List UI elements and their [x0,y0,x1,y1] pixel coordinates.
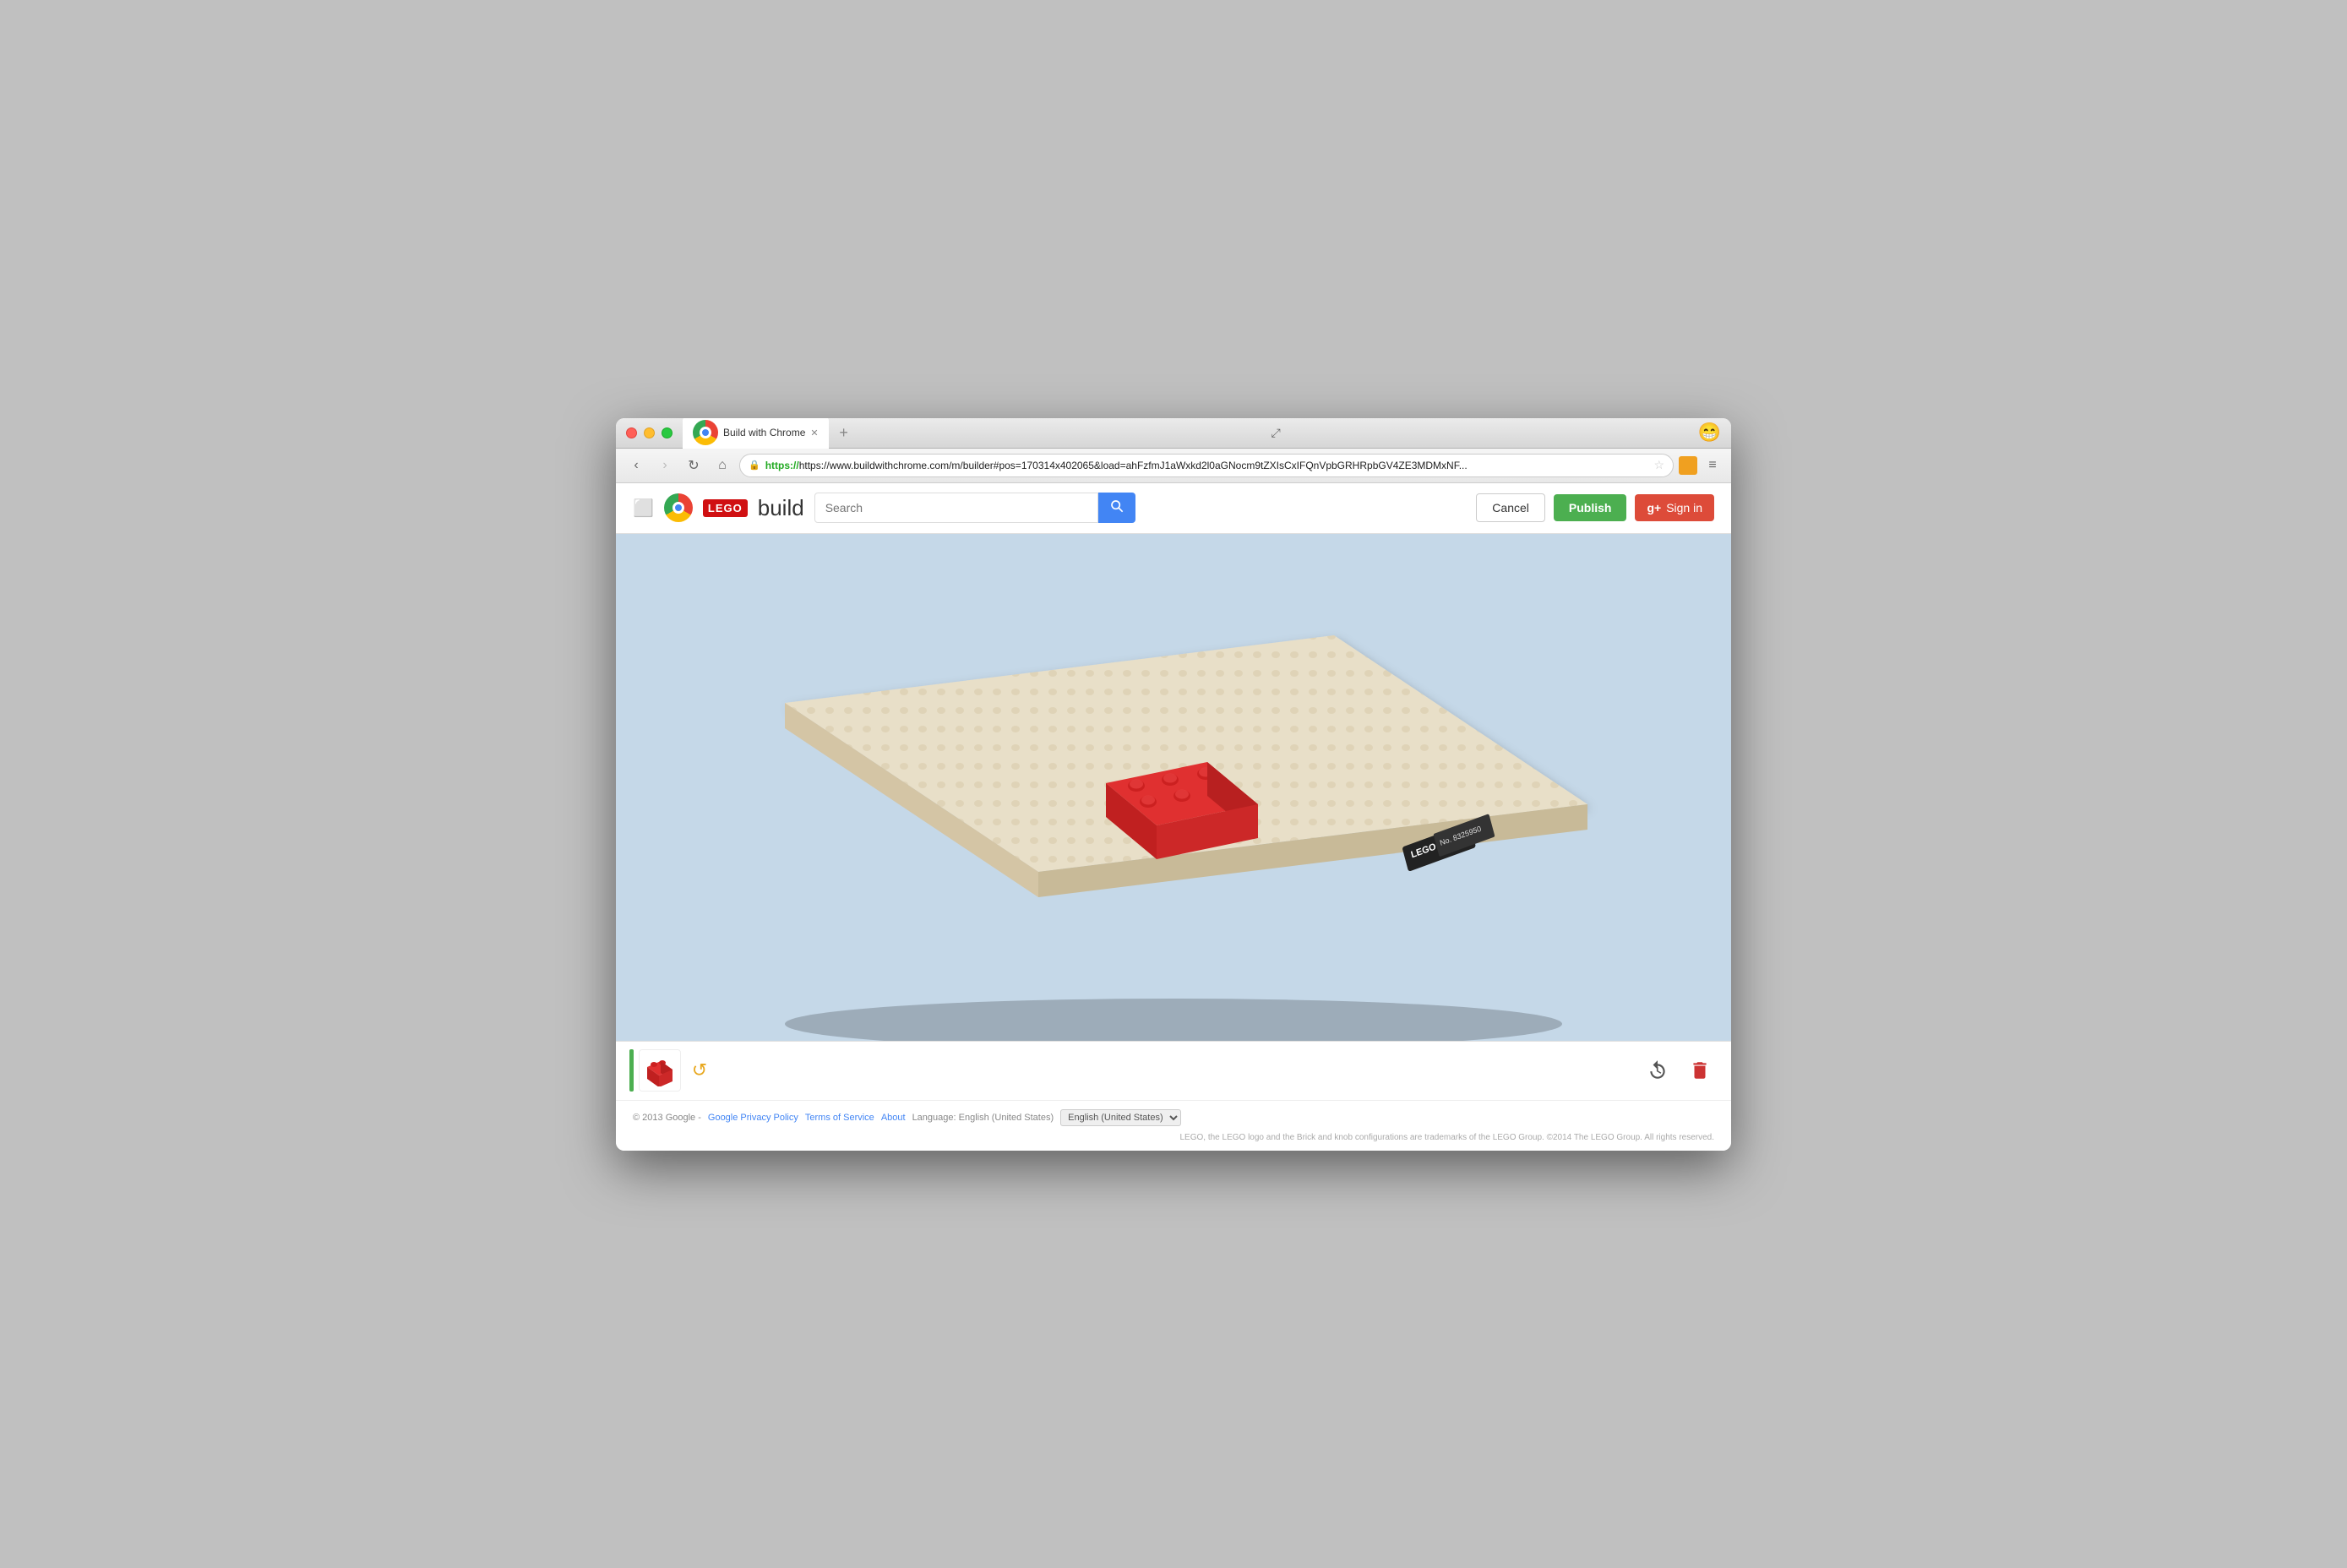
privacy-link[interactable]: Google Privacy Policy [708,1113,798,1123]
search-container [814,493,1135,523]
header-actions: Cancel Publish g+ Sign in [1476,493,1714,522]
bottom-toolbar: ↺ [616,1041,1731,1100]
app-name: build [758,495,804,521]
emoji-decoration: 😁 [1698,422,1721,444]
brick-selector: ↺ [629,1049,716,1092]
window-controls [626,427,673,438]
cancel-button[interactable]: Cancel [1476,493,1545,522]
trash-icon [1689,1059,1711,1081]
search-icon [1110,499,1124,513]
tos-link[interactable]: Terms of Service [805,1113,874,1123]
ssl-lock-icon: 🔒 [749,460,760,471]
language-select[interactable]: English (United States) [1060,1109,1181,1126]
url-bar[interactable]: 🔒 https://https://www.buildwithchrome.co… [739,454,1674,477]
new-tab-button[interactable]: + [834,422,854,443]
history-icon [1647,1059,1669,1081]
delete-button[interactable] [1682,1053,1718,1088]
window-expand-icon[interactable]: ⤢ [1266,422,1286,443]
bookmark-icon[interactable]: ☆ [1653,458,1664,472]
brick-thumbnail[interactable] [639,1049,681,1092]
url-text: https://https://www.buildwithchrome.com/… [765,460,1649,471]
gplus-button[interactable]: g+ Sign in [1635,494,1714,521]
mac-window: Build with Chrome ✕ + ⤢ 😁 ‹ › ↻ ⌂ 🔒 http… [616,418,1731,1151]
lego-trademark: LEGO, the LEGO logo and the Brick and kn… [1179,1133,1714,1142]
lego-logo: LEGO [703,499,748,517]
chrome-favicon [693,420,718,445]
lego-scene: LEGO No. 8325950 [616,534,1731,1041]
app-header: ⬜ LEGO build Cancel Publish g+ Sig [616,483,1731,534]
gplus-icon: g+ [1647,501,1661,514]
brick-icon [644,1054,676,1086]
extensions-icon[interactable] [1679,456,1697,475]
menu-icon[interactable]: ≡ [1702,455,1723,476]
language-label: Language: English (United States) [912,1113,1054,1123]
copyright-text: © 2013 Google - [633,1113,701,1123]
signin-label: Sign in [1666,501,1702,514]
active-indicator [629,1049,634,1092]
rotate-button[interactable]: ↺ [683,1054,716,1087]
minimize-button[interactable] [644,427,655,438]
chrome-logo [664,493,693,522]
browser-toolbar: ‹ › ↻ ⌂ 🔒 https://https://www.buildwithc… [616,449,1731,483]
publish-button[interactable]: Publish [1554,494,1627,521]
tab-title: Build with Chrome [723,427,805,438]
tab-close-icon[interactable]: ✕ [810,427,818,438]
home-button[interactable]: ⌂ [711,454,734,477]
share-icon[interactable]: ⬜ [633,498,654,519]
browser-toolbar-icons: ≡ [1679,455,1723,476]
forward-button[interactable]: › [653,454,677,477]
reload-button[interactable]: ↻ [682,454,705,477]
footer: © 2013 Google - Google Privacy Policy Te… [616,1100,1731,1151]
close-button[interactable] [626,427,637,438]
search-button[interactable] [1098,493,1135,523]
about-link[interactable]: About [881,1113,906,1123]
main-canvas[interactable]: LEGO No. 8325950 [616,534,1731,1041]
browser-tab[interactable]: Build with Chrome ✕ [683,418,829,449]
toolbar-right-actions [1640,1053,1718,1088]
history-button[interactable] [1640,1053,1675,1088]
maximize-button[interactable] [662,427,673,438]
back-button[interactable]: ‹ [624,454,648,477]
search-input[interactable] [814,493,1098,523]
title-bar: Build with Chrome ✕ + ⤢ 😁 [616,418,1731,449]
